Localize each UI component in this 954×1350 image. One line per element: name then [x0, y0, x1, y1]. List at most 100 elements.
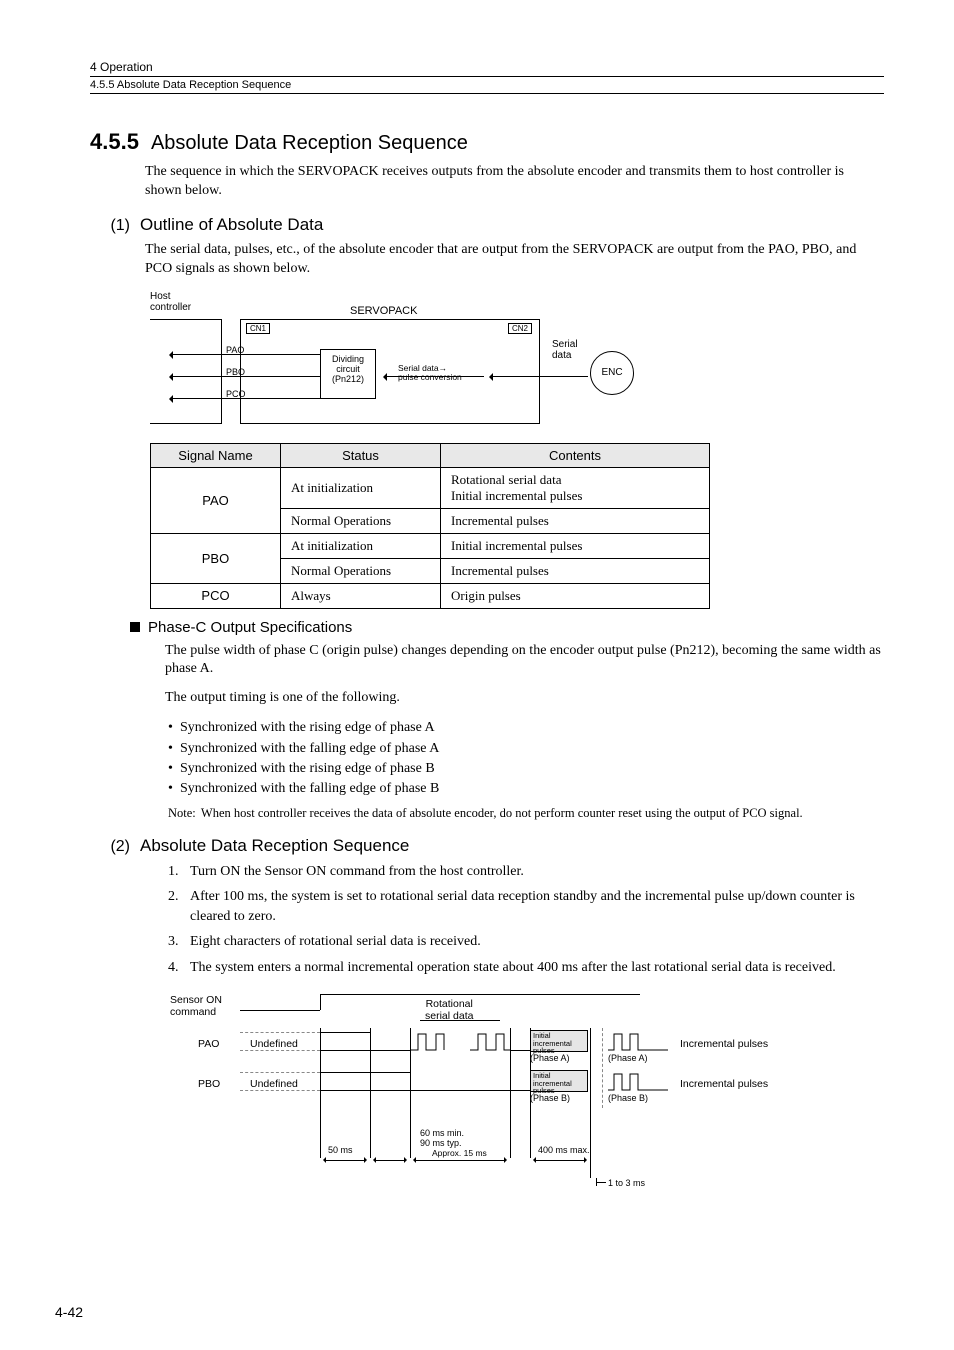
- bullet-text: Synchronized with the rising edge of pha…: [180, 718, 435, 738]
- list-item: 3.Eight characters of rotational serial …: [168, 932, 884, 952]
- marker-2: [370, 1028, 371, 1158]
- header-rule-1: [90, 76, 884, 77]
- cell-pbo: PBO: [151, 533, 281, 583]
- header-subsection: 4.5.5 Absolute Data Reception Sequence: [90, 79, 884, 91]
- list-item: •Synchronized with the rising edge of ph…: [168, 759, 884, 779]
- table-row: PCO Always Origin pulses: [151, 583, 710, 608]
- phase-c-p1: The pulse width of phase C (origin pulse…: [165, 642, 884, 680]
- pco-arrow: [170, 398, 320, 399]
- rotational-underline: [420, 1020, 500, 1021]
- subsection-1-num: (1): [90, 217, 130, 235]
- phase-b-label-2: (Phase B): [608, 1093, 648, 1103]
- pbo-seg-1: [320, 1072, 410, 1073]
- pao-dash-bot: [240, 1050, 320, 1051]
- pbo-arrow: [170, 376, 320, 377]
- phase-c-p2: The output timing is one of the followin…: [165, 689, 884, 708]
- t1-3-conn: [596, 1182, 606, 1183]
- iip-box-pao: Initial incremental pulses: [530, 1030, 588, 1052]
- phase-a-label-2: (Phase A): [608, 1053, 648, 1063]
- inc-pulses-pao: [608, 1032, 668, 1052]
- conversion-label: Serial data→ pulse conversion: [398, 364, 462, 383]
- pao-row-label: PAO: [198, 1038, 219, 1050]
- cell-pao: PAO: [151, 467, 281, 533]
- step-text: Turn ON the Sensor ON command from the h…: [190, 862, 524, 882]
- cell: Always: [281, 583, 441, 608]
- pao-dash-top: [240, 1032, 320, 1033]
- cell: Initial incremental pulses: [441, 533, 710, 558]
- cell: Origin pulses: [441, 583, 710, 608]
- cell: Normal Operations: [281, 558, 441, 583]
- section-title-text: Absolute Data Reception Sequence: [151, 132, 468, 154]
- phase-b-label-1: (Phase B): [530, 1093, 570, 1103]
- pbo-dash-bot: [240, 1090, 320, 1091]
- enc-arrow: [490, 376, 588, 377]
- table-row: PBO At initialization Initial incrementa…: [151, 533, 710, 558]
- step-text: The system enters a normal incremental o…: [190, 958, 836, 978]
- subsection-1-heading: (1) Outline of Absolute Data: [90, 215, 884, 235]
- cell: At initialization: [281, 533, 441, 558]
- servopack-box: [240, 319, 540, 424]
- phase-a-label-1: (Phase A): [530, 1053, 570, 1063]
- cell: Incremental pulses: [441, 508, 710, 533]
- section-number: 4.5.5: [90, 129, 139, 154]
- list-item: 4.The system enters a normal incremental…: [168, 958, 884, 978]
- sensor-line-low: [240, 1010, 320, 1011]
- undefined-pao: Undefined: [250, 1038, 298, 1050]
- table-header-row: Signal Name Status Contents: [151, 443, 710, 467]
- dim-50ms: [325, 1160, 365, 1161]
- inc-pulses-pbo: [608, 1072, 668, 1092]
- cell: Incremental pulses: [441, 558, 710, 583]
- subsection-1-title: Outline of Absolute Data: [140, 215, 323, 235]
- steps-list: 1.Turn ON the Sensor ON command from the…: [168, 862, 884, 978]
- page-number: 4-42: [55, 1304, 83, 1320]
- signal-table: Signal Name Status Contents PAO At initi…: [150, 443, 710, 609]
- intro-text: The sequence in which the SERVOPACK rece…: [145, 163, 884, 201]
- phase-c-bullets: •Synchronized with the rising edge of ph…: [168, 718, 884, 799]
- sensor-line-rise: [320, 994, 321, 1010]
- dividing-circuit-box: Dividing circuit (Pn212): [320, 349, 376, 399]
- phase-c-heading: Phase-C Output Specifications: [130, 619, 884, 636]
- marker-6: [590, 1028, 591, 1178]
- section-title: 4.5.5 Absolute Data Reception Sequence: [90, 129, 884, 155]
- bullet-text: Synchronized with the falling edge of ph…: [180, 779, 439, 799]
- dim-60ms: [415, 1160, 505, 1161]
- subsection-1-text: The serial data, pulses, etc., of the ab…: [145, 241, 884, 279]
- table-row: PAO At initialization Rotational serial …: [151, 467, 710, 508]
- iip-box-pbo: Initial incremental pulses: [530, 1070, 588, 1092]
- list-item: 2.After 100 ms, the system is set to rot…: [168, 887, 884, 926]
- host-box: [150, 319, 222, 424]
- list-item: •Synchronized with the falling edge of p…: [168, 779, 884, 799]
- list-item: 1.Turn ON the Sensor ON command from the…: [168, 862, 884, 882]
- bullet-text: Synchronized with the rising edge of pha…: [180, 759, 435, 779]
- cn2-label: CN2: [508, 323, 532, 334]
- cell-pco: PCO: [151, 583, 281, 608]
- t50-label: 50 ms: [328, 1145, 353, 1155]
- pbo-row-label: PBO: [198, 1078, 220, 1090]
- t400-label: 400 ms max.: [538, 1145, 590, 1155]
- pao-seg-1b: [320, 1050, 370, 1051]
- pao-seg-gap: [510, 1050, 530, 1051]
- t1-3-label: 1 to 3 ms: [608, 1178, 645, 1188]
- serial-data-label: Serial data: [552, 339, 578, 361]
- servopack-label: SERVOPACK: [350, 305, 417, 317]
- dim-400ms: [535, 1160, 585, 1161]
- rotational-pulses: [410, 1032, 510, 1052]
- marker-4: [510, 1028, 511, 1158]
- dim-extra: [375, 1160, 405, 1161]
- subsection-2-heading: (2) Absolute Data Reception Sequence: [90, 836, 884, 856]
- pao-seg-1: [320, 1032, 370, 1033]
- block-diagram: Host controller SERVOPACK CN1 CN2 Dividi…: [150, 291, 670, 441]
- rotational-label: Rotational serial data: [425, 998, 473, 1022]
- th-contents: Contents: [441, 443, 710, 467]
- sensor-line-high: [320, 994, 640, 995]
- cell: Normal Operations: [281, 508, 441, 533]
- inc-pulses-label-pbo: Incremental pulses: [680, 1078, 768, 1090]
- pao-arrow: [170, 354, 320, 355]
- step-text: After 100 ms, the system is set to rotat…: [190, 887, 884, 926]
- cn1-label: CN1: [246, 323, 270, 334]
- step-text: Eight characters of rotational serial da…: [190, 932, 481, 952]
- inc-pulses-label-pao: Incremental pulses: [680, 1038, 768, 1050]
- cell: Rotational serial data Initial increment…: [441, 467, 710, 508]
- pao-seg-low: [370, 1050, 410, 1051]
- pbo-seg-low: [320, 1090, 530, 1091]
